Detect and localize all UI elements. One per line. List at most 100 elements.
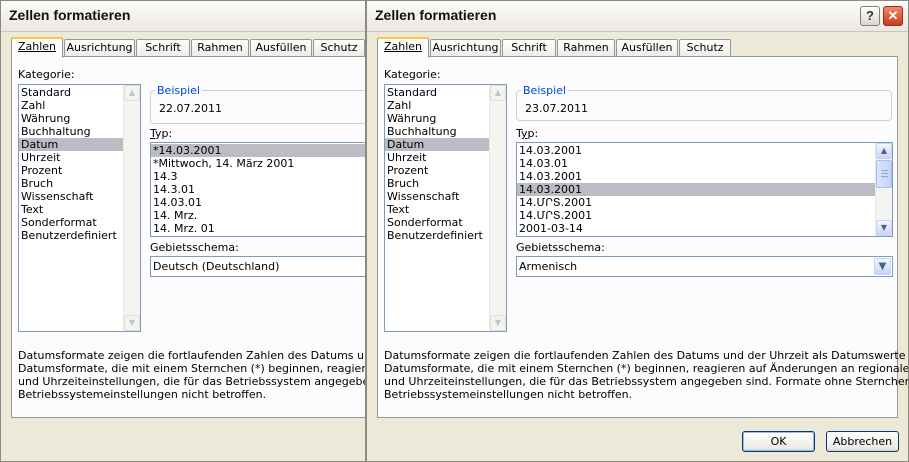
tab-ausrichtung[interactable]: Ausrichtung — [64, 39, 135, 57]
tab-schrift[interactable]: Schrift — [502, 39, 556, 57]
list-item[interactable]: *Mittwoch, 14. März 2001 — [151, 157, 365, 170]
tab-zahlen[interactable]: Zahlen — [377, 37, 429, 58]
list-item[interactable]: Benutzerdefiniert — [385, 229, 506, 242]
scroll-up-icon[interactable]: ▲ — [124, 85, 140, 101]
list-item[interactable]: Sonderformat — [385, 216, 506, 229]
list-item[interactable]: 14. Mrz. — [151, 209, 365, 222]
type-scrollbar[interactable]: ▲ ▼ — [875, 143, 892, 236]
description-text: Datumsformate zeigen die fortlaufenden Z… — [18, 349, 366, 401]
list-item[interactable]: Buchhaltung — [385, 125, 506, 138]
list-item[interactable]: Standard — [385, 86, 506, 99]
locale-select[interactable]: Armenisch ▼ — [516, 256, 893, 277]
locale-select[interactable]: Deutsch (Deutschland) — [150, 256, 365, 277]
format-cells-dialog-right: Zellen formatieren ? ✕ Zahlen Ausrichtun… — [366, 0, 909, 462]
list-item[interactable]: 2001-03-14 — [517, 222, 892, 235]
tab-ausrichtung[interactable]: Ausrichtung — [430, 39, 501, 57]
list-item[interactable]: 14. Mrz. 01 — [151, 222, 365, 235]
type-list[interactable]: *14.03.2001 *Mittwoch, 14. März 2001 14.… — [150, 142, 365, 237]
tab-schutz[interactable]: Schutz — [313, 39, 365, 57]
tab-ausfuellen[interactable]: Ausfüllen — [616, 39, 678, 57]
ok-button[interactable]: OK — [742, 431, 815, 452]
list-item[interactable]: Bruch — [385, 177, 506, 190]
category-scrollbar[interactable]: ▲ ▼ — [123, 85, 140, 331]
list-item[interactable]: Uhrzeit — [19, 151, 140, 164]
list-item[interactable]: Zahl — [19, 99, 140, 112]
title-bar[interactable]: Zellen formatieren — [1, 1, 365, 32]
list-item[interactable]: 14.ՄՐՏ.2001 — [517, 196, 892, 209]
list-item[interactable]: 14.03.01 — [517, 157, 892, 170]
help-icon: ? — [866, 8, 874, 23]
list-item-selected[interactable]: Datum — [19, 138, 140, 151]
tab-ausfuellen[interactable]: Ausfüllen — [250, 39, 312, 57]
list-item[interactable]: Benutzerdefiniert — [19, 229, 140, 242]
tab-pane-zahlen: Kategorie: Standard Zahl Währung Buchhal… — [377, 56, 908, 418]
description-line: und Uhrzeiteinstellungen, die für das Be… — [384, 375, 909, 388]
list-item-selected[interactable]: 14.03.2001 — [517, 183, 876, 196]
scroll-down-icon[interactable]: ▼ — [124, 315, 140, 331]
format-cells-dialog-left: Zellen formatieren Zahlen Ausrichtung Sc… — [0, 0, 366, 462]
tab-rahmen[interactable]: Rahmen — [191, 39, 249, 57]
help-button[interactable]: ? — [860, 6, 880, 26]
list-item[interactable]: 14.3.01 — [151, 183, 365, 196]
list-item-selected[interactable]: Datum — [385, 138, 506, 151]
close-button[interactable]: ✕ — [883, 6, 903, 26]
ok-label: OK — [770, 435, 787, 448]
tab-schutz[interactable]: Schutz — [679, 39, 731, 57]
cancel-button[interactable]: Abbrechen — [826, 431, 899, 452]
chevron-down-icon[interactable]: ▼ — [874, 258, 891, 275]
close-icon: ✕ — [887, 8, 899, 23]
list-item-selected[interactable]: *14.03.2001 — [151, 144, 365, 157]
category-scrollbar[interactable]: ▲ ▼ — [489, 85, 506, 331]
category-list[interactable]: Standard Zahl Währung Buchhaltung Datum … — [384, 84, 507, 332]
list-item[interactable]: Währung — [385, 112, 506, 125]
list-item[interactable]: Buchhaltung — [19, 125, 140, 138]
scroll-up-icon[interactable]: ▲ — [876, 143, 892, 159]
description-text: Datumsformate zeigen die fortlaufenden Z… — [384, 349, 909, 401]
description-line: Betriebssystemeinstellungen nicht betrof… — [18, 388, 267, 401]
tab-schrift[interactable]: Schrift — [136, 39, 190, 57]
tab-label: Schrift — [145, 41, 181, 54]
tab-label: Ausfüllen — [621, 41, 673, 54]
list-item[interactable]: Bruch — [19, 177, 140, 190]
list-item[interactable]: Sonderformat — [19, 216, 140, 229]
list-item[interactable]: Text — [19, 203, 140, 216]
description-line: Datumsformate zeigen die fortlaufenden Z… — [384, 349, 909, 362]
scroll-up-icon[interactable]: ▲ — [490, 85, 506, 101]
tab-label: Ausrichtung — [66, 41, 133, 54]
tab-label: Rahmen — [563, 41, 609, 54]
list-item[interactable]: Text — [385, 203, 506, 216]
list-item[interactable]: 14.ՄՐՏ.2001 — [517, 209, 892, 222]
scroll-down-icon[interactable]: ▼ — [876, 220, 892, 236]
list-item[interactable]: Prozent — [19, 164, 140, 177]
list-item[interactable]: Standard — [19, 86, 140, 99]
type-label: Typ: — [150, 127, 173, 140]
category-items: Standard Zahl Währung Buchhaltung Datum … — [385, 85, 506, 242]
list-item[interactable]: Wissenschaft — [385, 190, 506, 203]
category-list[interactable]: Standard Zahl Währung Buchhaltung Datum … — [18, 84, 141, 332]
sample-group: Beispiel 23.07.2011 — [516, 84, 892, 121]
type-list[interactable]: 14.03.2001 14.03.01 14.03.2001 14.03.200… — [516, 142, 893, 237]
title-bar[interactable]: Zellen formatieren ? ✕ — [367, 1, 908, 32]
tab-label: Zahlen — [383, 40, 423, 53]
list-item[interactable]: Uhrzeit — [385, 151, 506, 164]
list-item[interactable]: 14.03.2001 — [517, 170, 892, 183]
list-item[interactable]: 14.3 — [151, 170, 365, 183]
tab-label: Schutz — [320, 41, 358, 54]
list-item[interactable]: Zahl — [385, 99, 506, 112]
dialog-title: Zellen formatieren — [375, 7, 497, 23]
list-item[interactable]: Prozent — [385, 164, 506, 177]
locale-value: Deutsch (Deutschland) — [153, 260, 280, 273]
list-item[interactable]: Währung — [19, 112, 140, 125]
tab-label: Rahmen — [197, 41, 243, 54]
scroll-thumb[interactable] — [876, 160, 892, 188]
grip-line — [881, 170, 888, 171]
list-item[interactable]: Wissenschaft — [19, 190, 140, 203]
tab-rahmen[interactable]: Rahmen — [557, 39, 615, 57]
grip-line — [881, 173, 888, 174]
tab-zahlen[interactable]: Zahlen — [11, 37, 63, 58]
list-item[interactable]: 14.03.2001 — [517, 144, 892, 157]
scroll-down-icon[interactable]: ▼ — [490, 315, 506, 331]
list-item[interactable]: 14.03.01 — [151, 196, 365, 209]
type-items: 14.03.2001 14.03.01 14.03.2001 14.03.200… — [517, 143, 892, 235]
description-line: Datumsformate, die mit einem Sternchen (… — [18, 362, 366, 375]
